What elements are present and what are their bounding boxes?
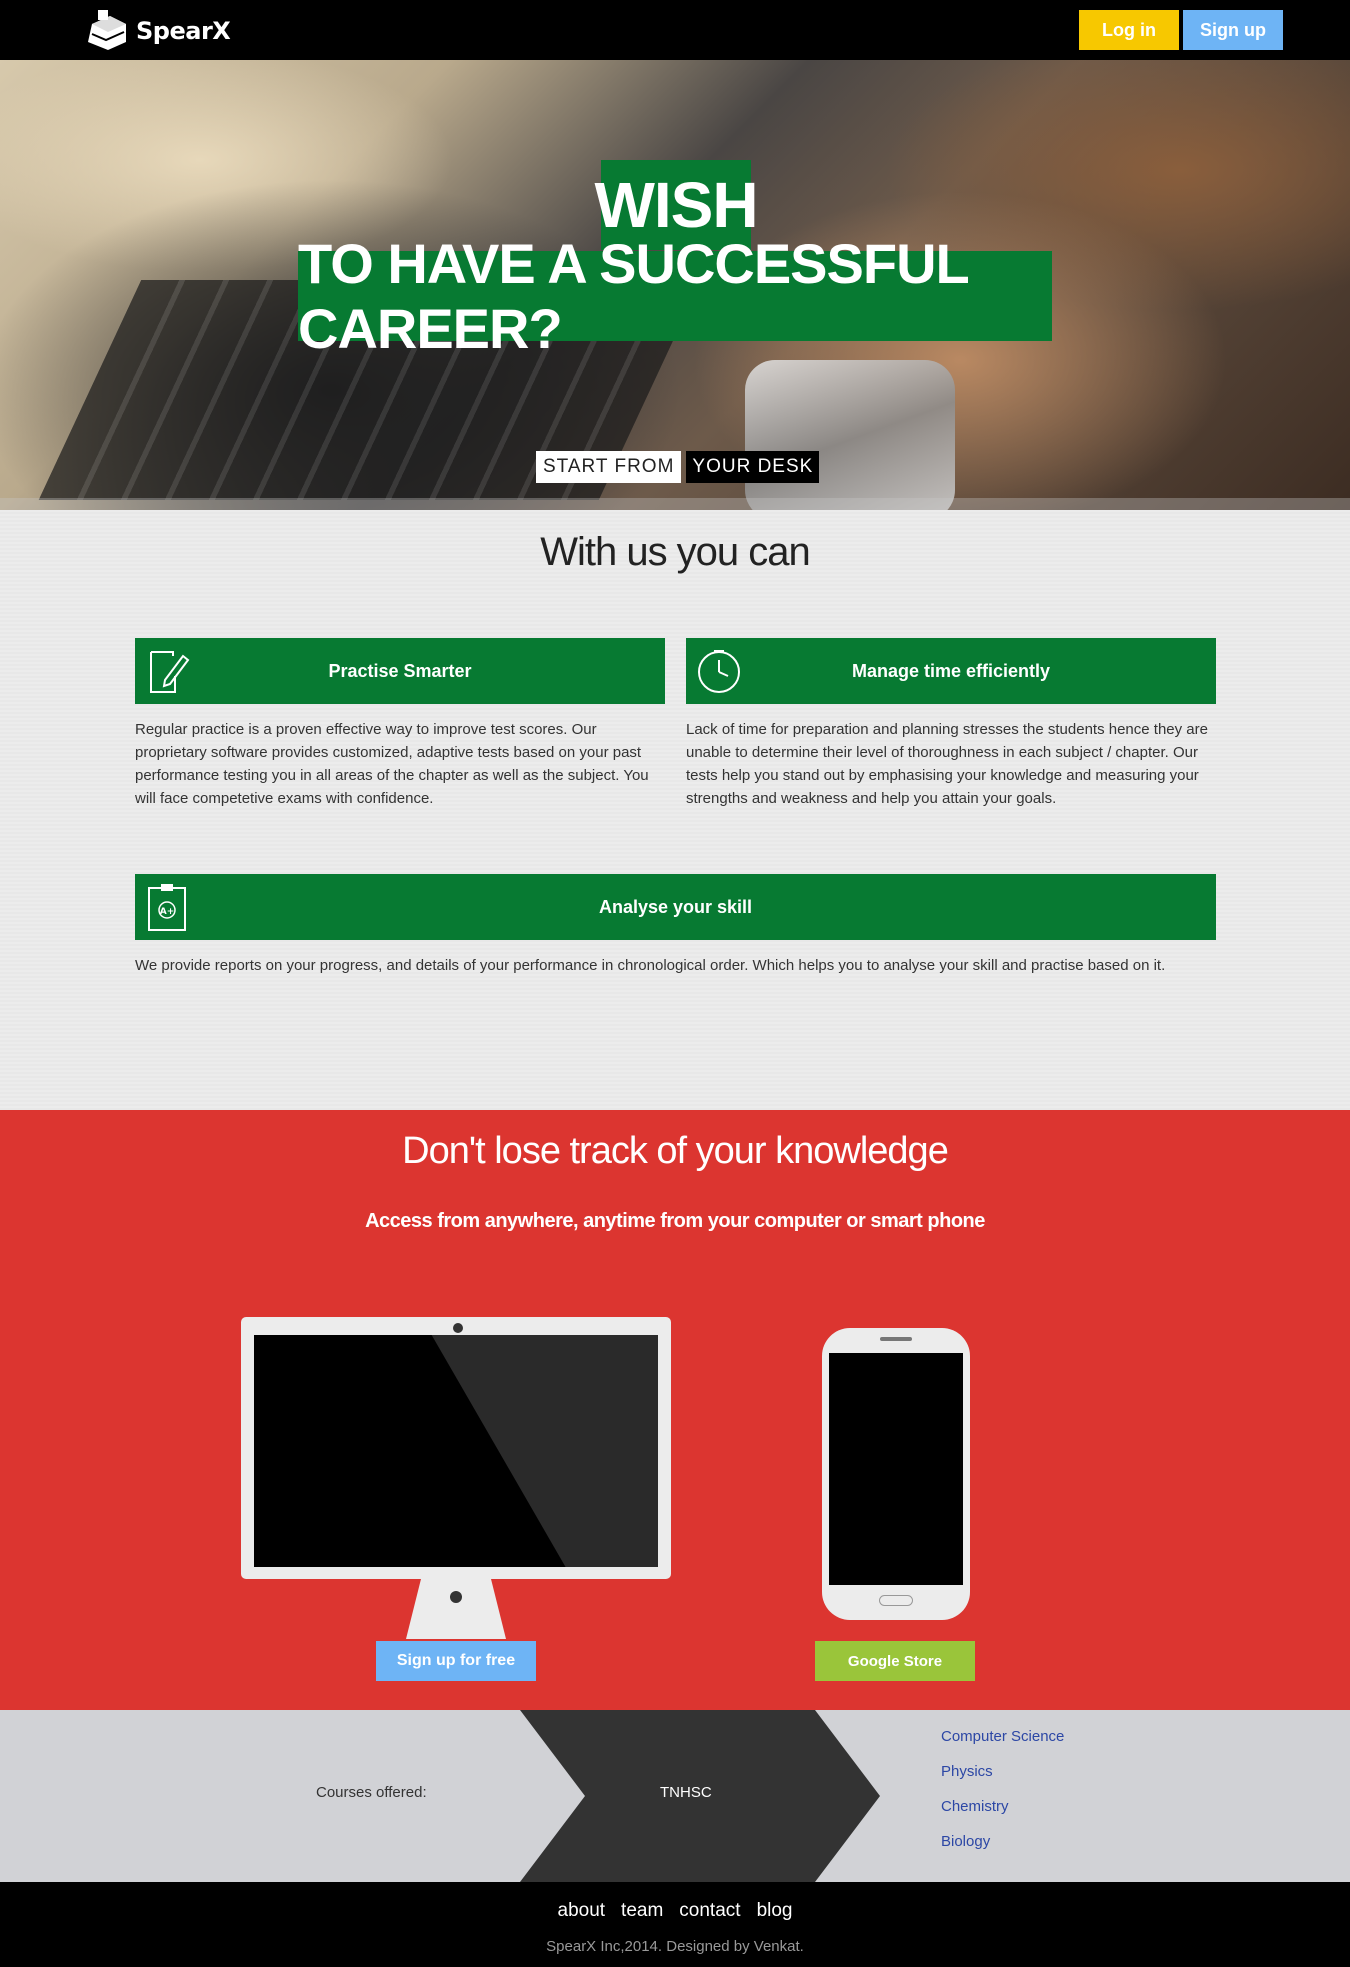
hero-tagline-desk: YOUR DESK (686, 451, 820, 483)
feature-time-header: Manage time efficiently (686, 638, 1216, 704)
access-title: Don't lose track of your knowledge (402, 1130, 949, 1172)
footer: about team contact blog SpearX Inc,2014.… (0, 1882, 1350, 1967)
features-section: With us you can Practise Smarter Regular… (0, 510, 1350, 1110)
feature-practise-title: Practise Smarter (328, 660, 472, 681)
clipboard-grade-icon: A+ (148, 884, 186, 931)
course-link-biology[interactable]: Biology (941, 1833, 990, 1850)
feature-analyse-title: Analyse your skill (598, 896, 753, 917)
brand-logo[interactable]: SpearX (84, 10, 231, 52)
svg-text:A+: A+ (160, 907, 175, 917)
footer-nav: about team contact blog (0, 1900, 1350, 1922)
clock-icon (698, 650, 740, 693)
feature-time-text: Lack of time for preparation and plannin… (686, 721, 1208, 807)
feature-practise-header: Practise Smarter (135, 638, 665, 704)
document-pen-icon (150, 651, 190, 693)
feature-analyse-text: We provide reports on your progress, and… (135, 957, 1166, 974)
smartphone-image (822, 1328, 970, 1620)
footer-link-contact[interactable]: contact (679, 1900, 740, 1922)
hero-headline: TO HAVE A SUCCESSFUL CAREER? (298, 232, 1052, 360)
hero-watch-image (745, 360, 955, 510)
google-store-button[interactable]: Google Store (815, 1641, 975, 1681)
footer-link-about[interactable]: about (558, 1900, 606, 1922)
access-section: Don't lose track of your knowledge Acces… (0, 1110, 1350, 1710)
feature-practise-text: Regular practice is a proven effective w… (135, 721, 649, 807)
login-button[interactable]: Log in (1079, 10, 1179, 50)
desktop-monitor-image (241, 1317, 671, 1579)
courses-board: TNHSC (660, 1784, 712, 1801)
top-nav-bar: SpearX Log in Sign up (0, 0, 1350, 60)
monitor-stand (406, 1579, 506, 1639)
feature-analyse-header: A+ Analyse your skill (135, 874, 1216, 940)
course-link-computer-science[interactable]: Computer Science (941, 1728, 1064, 1745)
course-link-physics[interactable]: Physics (941, 1763, 993, 1780)
courses-section: Courses offered: TNHSC Computer Science … (0, 1710, 1350, 1882)
hero-banner: WISH TO HAVE A SUCCESSFUL CAREER? START … (0, 60, 1350, 510)
hero-tagline: START FROM YOUR DESK (536, 451, 820, 483)
brand-name: SpearX (136, 17, 231, 45)
signup-free-button[interactable]: Sign up for free (376, 1641, 536, 1681)
courses-label: Courses offered: (316, 1784, 427, 1801)
footer-copyright: SpearX Inc,2014. Designed by Venkat. (546, 1938, 804, 1955)
access-subtitle: Access from anywhere, anytime from your … (365, 1210, 985, 1232)
signup-button[interactable]: Sign up (1183, 10, 1283, 50)
footer-link-blog[interactable]: blog (757, 1900, 793, 1922)
footer-link-team[interactable]: team (621, 1900, 663, 1922)
hero-tagline-start: START FROM (536, 451, 682, 483)
features-title: With us you can (540, 530, 811, 574)
spearx-logo-icon (88, 10, 126, 50)
course-link-chemistry[interactable]: Chemistry (941, 1798, 1009, 1815)
feature-time-title: Manage time efficiently (851, 660, 1051, 681)
